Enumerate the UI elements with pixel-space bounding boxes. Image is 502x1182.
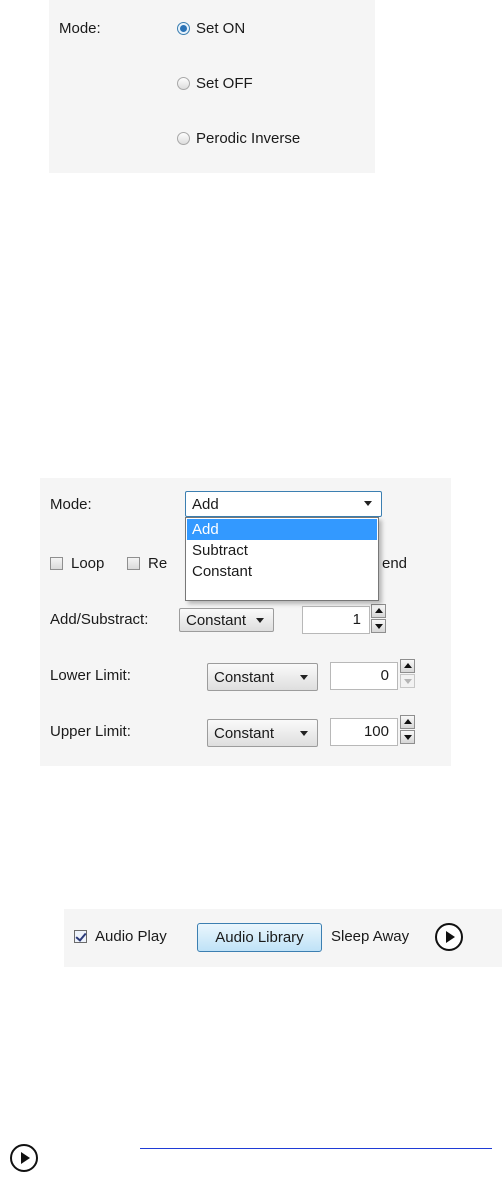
lower-limit-source-combobox[interactable]: Constant	[207, 663, 318, 691]
radio-set-off[interactable]: Set OFF	[177, 75, 253, 92]
chevron-down-icon	[256, 618, 264, 623]
partial-checkbox-label: Re	[148, 555, 168, 572]
play-circle-icon[interactable]	[10, 1144, 38, 1172]
radio-label: Set ON	[196, 20, 246, 37]
audio-play-checkbox[interactable]	[74, 930, 87, 943]
audio-play-label: Audio Play	[95, 928, 167, 945]
loop-checkbox[interactable]	[50, 557, 63, 570]
radio-label: Perodic Inverse	[196, 130, 301, 147]
add-subtract-value-input[interactable]: 1	[302, 606, 370, 634]
play-circle-icon[interactable]	[435, 923, 463, 951]
loop-checkbox-row[interactable]: Loop	[50, 555, 104, 572]
audio-play-checkbox-row[interactable]: Audio Play	[74, 928, 167, 945]
mode-label: Mode:	[59, 20, 101, 37]
upper-limit-value-input[interactable]: 100	[330, 718, 398, 746]
combobox-value: Constant	[186, 611, 247, 629]
combobox-value: Constant	[214, 668, 275, 686]
upper-limit-source-combobox[interactable]: Constant	[207, 719, 318, 747]
spin-up-icon[interactable]	[371, 604, 386, 618]
mode-combobox[interactable]: Add	[185, 491, 382, 517]
lower-limit-spinner[interactable]	[400, 659, 415, 689]
chevron-down-icon	[364, 501, 372, 506]
chevron-down-icon	[300, 731, 308, 736]
upper-limit-label: Upper Limit:	[50, 723, 131, 740]
radio-set-on[interactable]: Set ON	[177, 20, 245, 37]
add-subtract-source-combobox[interactable]: Constant	[179, 608, 274, 632]
spin-down-icon[interactable]	[371, 619, 386, 633]
spin-up-icon[interactable]	[400, 715, 415, 729]
dropdown-option-add[interactable]: Add	[187, 519, 377, 540]
partial-trailing-text: end	[382, 555, 408, 572]
settings-panel: Mode: Add Loop Re end Add/Substract: Con…	[40, 478, 451, 766]
audio-library-button[interactable]: Audio Library	[197, 923, 322, 952]
mode-dropdown-list: Add Subtract Constant	[185, 517, 379, 601]
radio-periodic-inverse[interactable]: Perodic Inverse	[177, 130, 300, 147]
upper-limit-spinner[interactable]	[400, 715, 415, 745]
radio-button-checked[interactable]	[177, 22, 190, 35]
mode-radio-panel: Mode: Set ON Set OFF Perodic Inverse	[49, 0, 375, 173]
audio-panel: Audio Play Audio Library Sleep Away	[64, 909, 502, 967]
lower-limit-label: Lower Limit:	[50, 667, 131, 684]
track-name: Sleep Away	[331, 928, 410, 945]
link-underline	[140, 1148, 492, 1149]
radio-button[interactable]	[177, 132, 190, 145]
spin-down-icon	[400, 674, 415, 688]
radio-label: Set OFF	[196, 75, 253, 92]
loop-label: Loop	[71, 555, 105, 572]
spin-up-icon[interactable]	[400, 659, 415, 673]
dropdown-option-constant[interactable]: Constant	[187, 561, 377, 582]
spin-down-icon[interactable]	[400, 730, 415, 744]
mode-label: Mode:	[50, 496, 92, 513]
partial-checkbox[interactable]	[127, 557, 140, 570]
mode-combobox-value: Add	[192, 495, 219, 513]
lower-limit-value-input[interactable]: 0	[330, 662, 398, 690]
add-subtract-spinner[interactable]	[371, 604, 386, 634]
radio-button[interactable]	[177, 77, 190, 90]
partial-checkbox-row[interactable]: Re	[127, 555, 167, 572]
add-subtract-label: Add/Substract:	[50, 611, 149, 628]
combobox-value: Constant	[214, 724, 275, 742]
dropdown-option-subtract[interactable]: Subtract	[187, 540, 377, 561]
chevron-down-icon	[300, 675, 308, 680]
